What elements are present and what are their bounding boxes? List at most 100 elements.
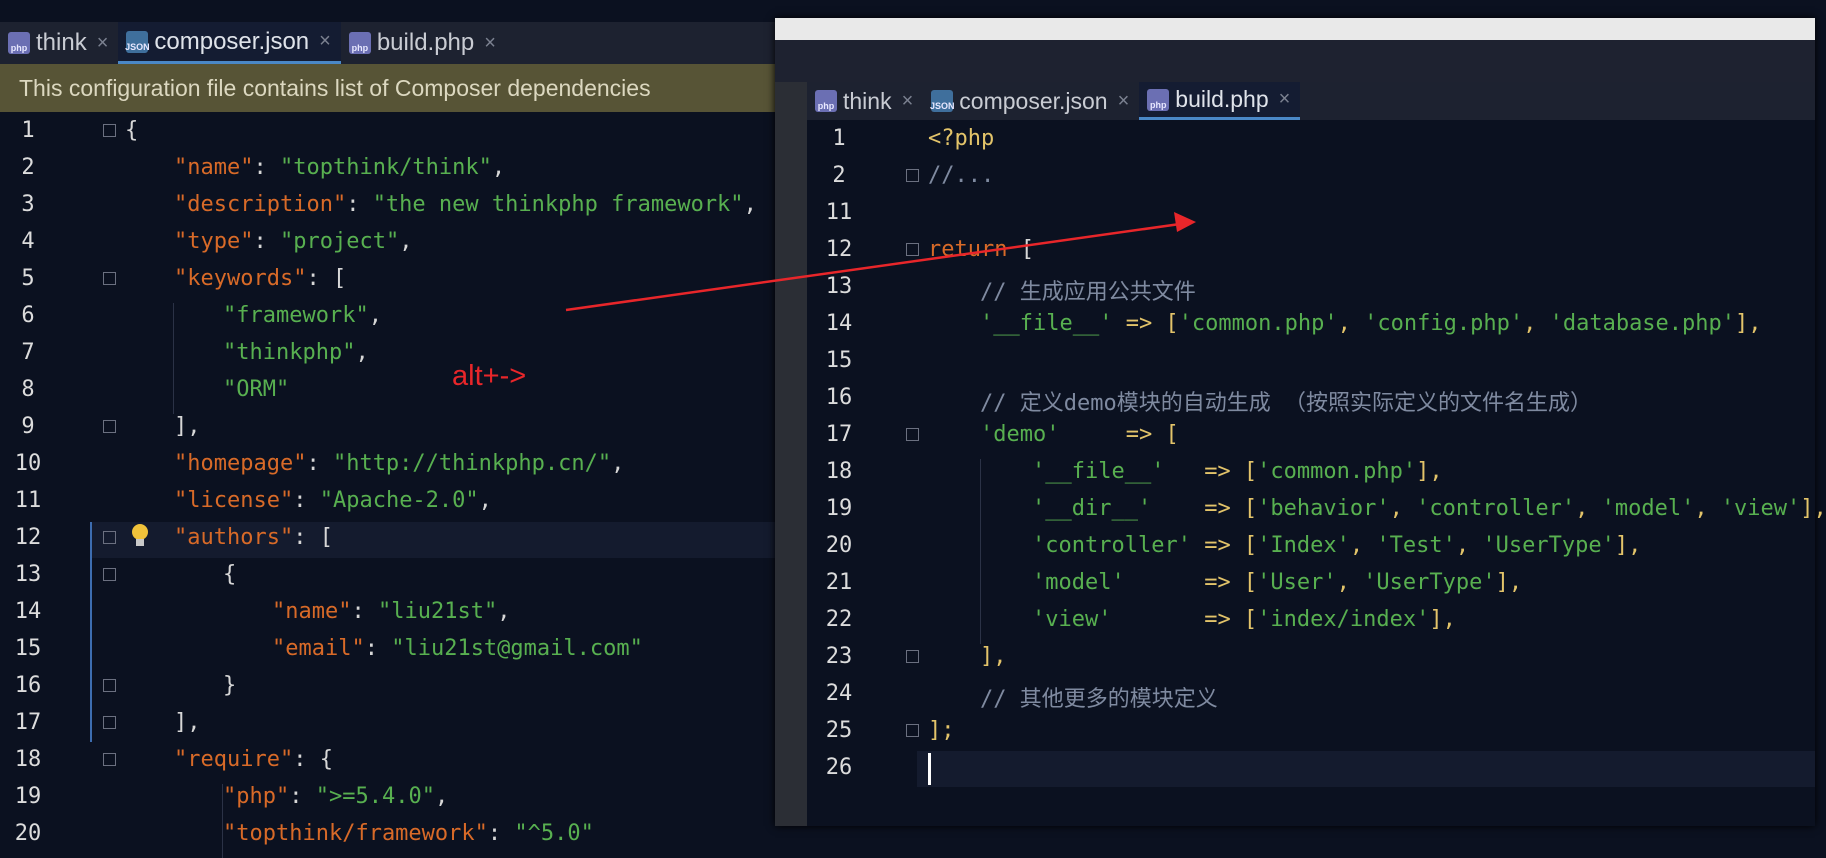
code-line[interactable]: { [223,562,236,587]
fold-marker[interactable] [103,679,116,692]
fold-marker[interactable] [103,124,116,137]
line-number: 26 [825,755,853,780]
line-number: 16 [14,673,42,698]
code-line[interactable]: "topthink/framework": "^5.0" [223,821,594,846]
project-sidebar-sliver [775,82,807,826]
fold-marker[interactable] [103,531,116,544]
line-number: 25 [825,718,853,743]
right-tab-think[interactable]: php think × [807,82,923,120]
line-number: 1 [832,126,846,151]
left-tab-composer-json[interactable]: JSON composer.json × [118,22,341,64]
line-number: 8 [21,377,35,402]
code-line[interactable]: // 生成应用公共文件 [980,274,1196,306]
line-number: 2 [21,155,35,180]
code-line[interactable]: "homepage": "http://thinkphp.cn/", [174,451,624,476]
composer-banner: This configuration file contains list of… [0,64,780,112]
fold-marker[interactable] [906,243,919,256]
close-icon[interactable]: × [902,90,914,113]
php-file-icon: php [815,90,837,112]
fold-marker[interactable] [103,272,116,285]
tab-label: think [36,29,87,56]
close-icon[interactable]: × [1118,90,1130,113]
fold-marker[interactable] [906,428,919,441]
code-line[interactable]: "require": { [174,747,333,772]
code-line[interactable]: <?php [928,126,994,151]
code-line[interactable]: } [223,673,236,698]
right-tab-build-php[interactable]: php build.php × [1139,82,1301,120]
fold-marker[interactable] [103,753,116,766]
code-line[interactable]: ]; [928,718,955,743]
line-number: 11 [14,488,42,513]
code-line[interactable]: "authors": [ [174,525,333,550]
code-line[interactable]: { [125,118,138,143]
line-number: 13 [14,562,42,587]
code-line[interactable]: "name": "topthink/think", [174,155,505,180]
code-line[interactable]: "email": "liu21st@gmail.com" [272,636,643,661]
code-line[interactable]: "ORM" [223,377,289,402]
code-line[interactable]: "license": "Apache-2.0", [174,488,492,513]
fold-marker[interactable] [103,420,116,433]
tab-label: composer.json [154,27,310,55]
tab-label: build.php [376,29,475,56]
left-tab-think[interactable]: php think × [0,22,118,64]
code-line[interactable]: "name": "liu21st", [272,599,510,624]
code-line[interactable]: "framework", [223,303,382,328]
line-number: 5 [21,266,35,291]
line-number: 10 [14,451,42,476]
change-marker [90,522,92,742]
code-line[interactable]: return [ [928,237,1034,262]
right-editor-window: php think × JSON composer.json × php bui… [775,18,1826,826]
code-line[interactable]: ], [980,644,1007,669]
json-file-icon: JSON [125,30,150,53]
php-file-icon: php [8,32,30,54]
code-line[interactable]: // 定义demo模块的自动生成 （按照实际定义的文件名生成） [980,385,1592,417]
code-line[interactable]: '__file__' => ['common.php'], [1032,459,1443,484]
code-line[interactable]: "description": "the new thinkphp framewo… [174,192,757,217]
code-line[interactable]: '__file__' => ['common.php', 'config.php… [980,311,1762,336]
fold-marker[interactable] [103,568,116,581]
tab-label: composer.json [959,87,1108,114]
code-line[interactable]: 'controller' => ['Index', 'Test', 'UserT… [1032,533,1641,558]
line-number: 12 [825,237,853,262]
toolbar-strip [775,40,1815,82]
close-icon[interactable]: × [97,32,109,55]
php-file-icon: php [348,32,371,54]
line-number: 11 [825,200,853,225]
line-number: 24 [825,681,853,706]
code-line[interactable]: 'demo' => [ [980,422,1179,447]
left-editor: php think × JSON composer.json × php bui… [0,0,780,858]
code-line[interactable]: "type": "project", [174,229,412,254]
code-line[interactable]: ], [174,414,201,439]
code-line[interactable]: ], [174,710,201,735]
code-line[interactable]: "php": ">=5.4.0", [223,784,448,809]
current-line-highlight [917,751,1815,787]
line-number: 20 [14,821,42,846]
fold-marker[interactable] [906,650,919,663]
fold-marker[interactable] [906,724,919,737]
line-number: 7 [21,340,35,365]
line-number: 9 [21,414,35,439]
line-number: 6 [21,303,35,328]
fold-marker[interactable] [103,716,116,729]
text-caret [928,753,931,785]
close-icon[interactable]: × [319,30,331,53]
lightbulb-icon[interactable] [129,522,151,550]
line-number: 19 [14,784,42,809]
line-number: 20 [825,533,853,558]
code-line[interactable]: 'view' => ['index/index'], [1032,607,1456,632]
line-number: 1 [21,118,35,143]
code-line[interactable]: //... [928,163,994,188]
line-number: 4 [21,229,35,254]
close-icon[interactable]: × [1279,88,1291,111]
code-line[interactable]: // 其他更多的模块定义 [980,681,1218,713]
code-line[interactable]: '__dir__' => ['behavior', 'controller', … [1032,496,1826,521]
window-title-strip [775,18,1815,40]
line-number: 17 [825,422,853,447]
right-tab-composer-json[interactable]: JSON composer.json × [923,82,1139,120]
left-tab-build-php[interactable]: php build.php × [341,22,506,64]
code-line[interactable]: "thinkphp", [223,340,369,365]
code-line[interactable]: "keywords": [ [174,266,346,291]
code-line[interactable]: 'model' => ['User', 'UserType'], [1032,570,1522,595]
fold-marker[interactable] [906,169,919,182]
close-icon[interactable]: × [484,32,496,55]
